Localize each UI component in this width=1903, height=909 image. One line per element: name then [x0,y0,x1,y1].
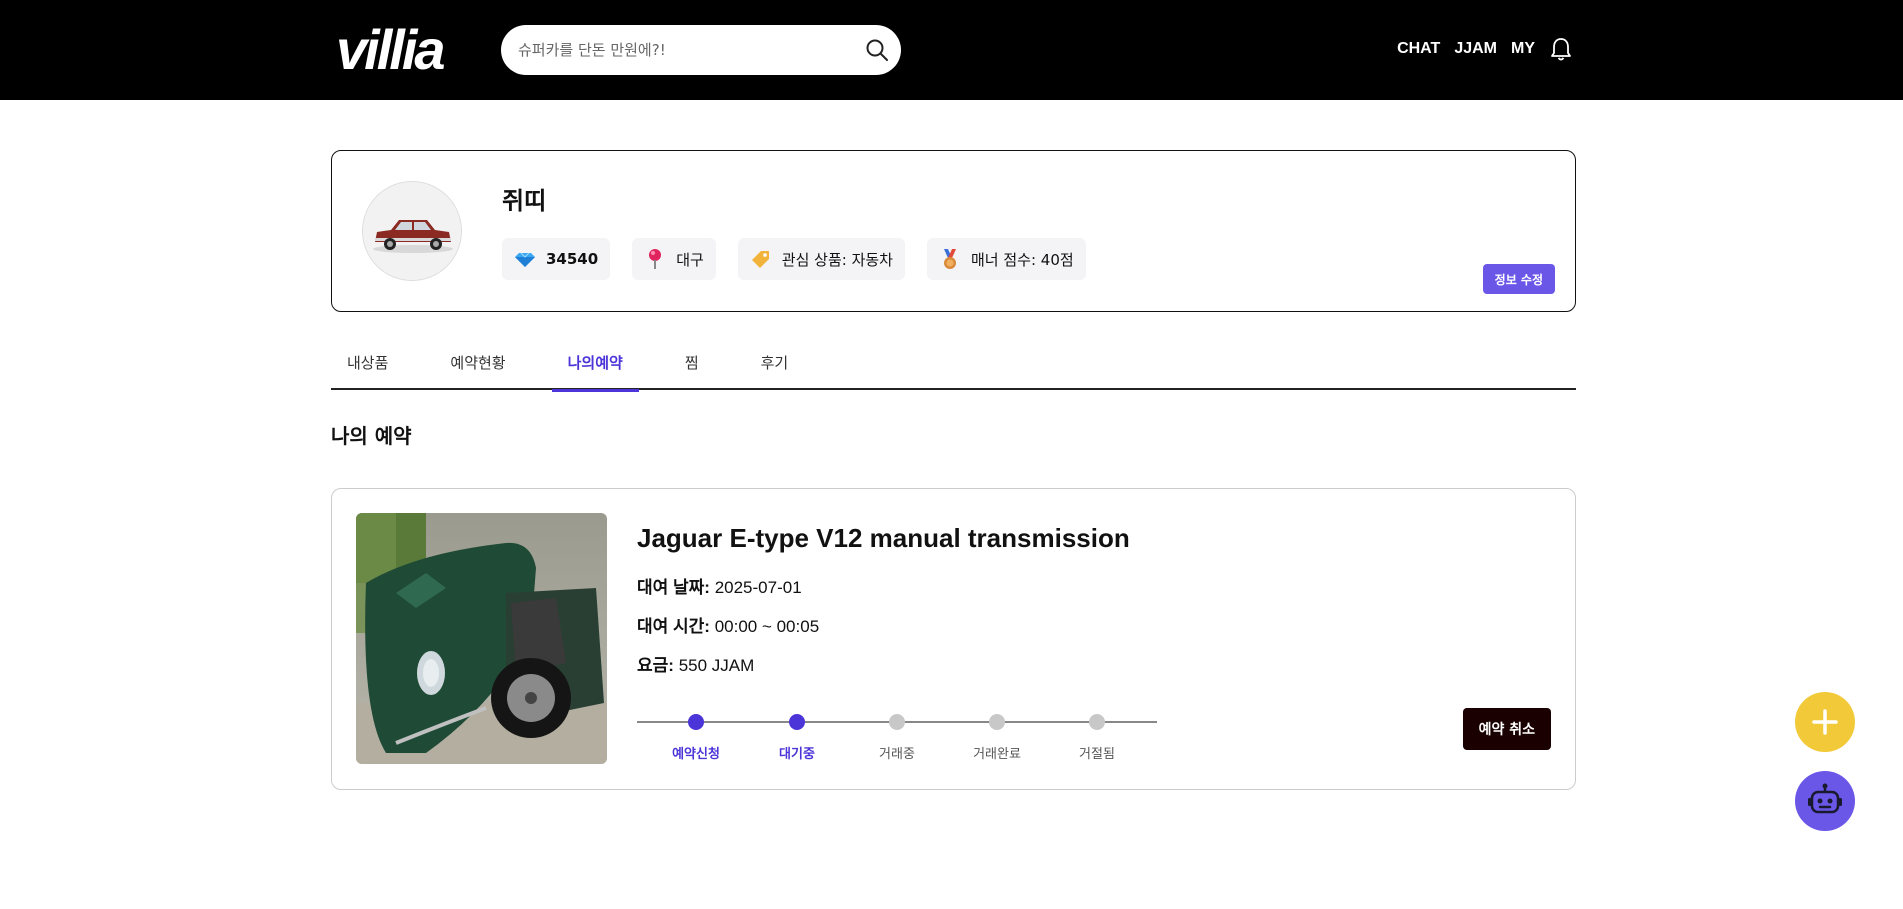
avatar [362,181,462,281]
search-input[interactable] [518,25,848,75]
step-waiting: 대기중 [747,714,847,762]
rental-date-value: 2025-07-01 [714,578,802,597]
robot-icon [1808,783,1842,814]
tab-reservation-status[interactable]: 예약현황 [434,345,521,390]
step-requested: 예약신청 [646,714,746,762]
medal-icon [944,249,956,269]
step-completed: 거래완료 [947,714,1047,762]
profile-tabs: 내상품 예약현황 나의예약 찜 후기 [331,345,1576,392]
plus-icon [1812,709,1838,735]
section-title: 나의 예약 [331,424,412,448]
step-in-trade: 거래중 [847,714,947,762]
gem-icon [515,252,535,267]
step-rejected: 거절됨 [1047,714,1147,762]
step-label: 거절됨 [1079,747,1115,762]
manner-chip: 매너 점수: 40점 [927,238,1086,280]
edit-profile-button[interactable]: 정보 수정 [1482,264,1555,294]
interest-chip: 관심 상품: 자동차 [737,238,905,280]
rental-time: 대여 시간: 00:00 ~ 00:05 [637,612,819,637]
cancel-reservation-button[interactable]: 예약 취소 [1462,708,1551,750]
search-icon[interactable] [865,38,889,62]
rental-time-label: 대여 시간: [637,617,710,636]
tab-wishlist[interactable]: 찜 [669,345,715,390]
step-label: 예약신청 [672,747,720,762]
manner-value: 매너 점수: 40점 [971,250,1074,269]
tab-my-reservations[interactable]: 나의예약 [551,345,640,392]
points-chip: 34540 [502,238,611,280]
avatar-car-image [363,182,461,280]
nav-my[interactable]: MY [1511,40,1535,58]
step-label: 거래중 [879,747,915,762]
add-button[interactable] [1795,692,1855,752]
rental-date-label: 대여 날짜: [637,578,710,597]
top-header: villia CHAT JJAM MY [0,0,1903,100]
bell-icon[interactable] [1549,36,1573,62]
step-dot [688,714,704,730]
step-dot [789,714,805,730]
rental-fee-value: 550 JJAM [678,656,755,675]
interest-value: 관심 상품: 자동차 [781,250,893,269]
logo[interactable]: villia [336,18,446,82]
jaguar-photo [356,513,607,764]
points-value: 34540 [546,250,599,268]
rental-time-value: 00:00 ~ 00:05 [714,617,820,636]
location-value: 대구 [676,250,704,269]
step-dot [989,714,1005,730]
rental-fee-label: 요금: [637,656,674,675]
step-dot [889,714,905,730]
step-dot [1089,714,1105,730]
reservation-progress: 예약신청 대기중 거래중 거래완료 거절됨 [637,711,1157,762]
chatbot-button[interactable] [1795,771,1855,831]
nav-jjam[interactable]: JJAM [1454,40,1497,58]
step-label: 거래완료 [973,747,1021,762]
tag-icon [751,251,769,268]
top-nav: CHAT JJAM MY [1397,36,1573,62]
profile-stats: 34540 대구 관심 상품: 자동차 매너 점수: 40점 [502,238,1086,280]
tab-reviews[interactable]: 후기 [745,345,805,390]
reservation-card: Jaguar E-type V12 manual transmission 대여… [331,488,1576,790]
search-bar [501,25,901,75]
location-chip: 대구 [632,238,716,280]
rental-date: 대여 날짜: 2025-07-01 [637,573,802,598]
user-name: 쥐띠 [502,187,547,215]
tab-my-products[interactable]: 내상품 [331,345,404,390]
pin-icon [649,249,662,269]
rental-fee: 요금: 550 JJAM [637,651,754,676]
car-image[interactable] [356,513,607,764]
nav-chat[interactable]: CHAT [1397,40,1440,58]
profile-card: 쥐띠 34540 대구 관심 상품: 자동차 매너 점수: 40점 정보 수정 [331,150,1576,312]
car-title[interactable]: Jaguar E-type V12 manual transmission [637,523,1130,554]
step-label: 대기중 [779,747,815,762]
